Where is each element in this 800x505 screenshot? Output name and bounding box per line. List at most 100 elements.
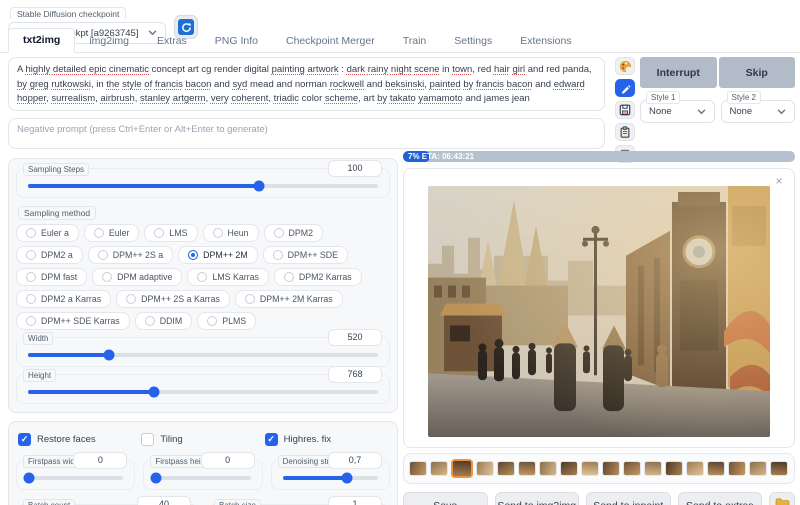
sampler-option-dpm2-a-karras[interactable]: DPM2 a Karras xyxy=(16,290,111,308)
sampler-option-euler[interactable]: Euler xyxy=(84,224,140,242)
tiling-checkbox[interactable]: Tiling xyxy=(141,433,264,446)
save-button[interactable]: Save xyxy=(403,492,488,505)
sampler-option-dpm-adaptive[interactable]: DPM adaptive xyxy=(92,268,182,286)
gallery-thumbnail[interactable] xyxy=(539,461,557,476)
slider-knob[interactable] xyxy=(103,350,114,361)
gallery-thumbnail[interactable] xyxy=(409,461,427,476)
sampler-option-label: Heun xyxy=(228,228,249,238)
gallery-thumbnail[interactable] xyxy=(749,461,767,476)
gallery-thumbnail[interactable] xyxy=(581,461,599,476)
send-to-inpaint-button[interactable]: Send to inpaint xyxy=(586,492,671,505)
gallery-thumbnail[interactable] xyxy=(430,461,448,476)
firstpass-height-value[interactable]: 0 xyxy=(201,452,255,469)
save-style-button[interactable] xyxy=(615,101,635,119)
sampler-option-lms-karras[interactable]: LMS Karras xyxy=(187,268,268,286)
sampler-option-dpm-sde[interactable]: DPM++ SDE xyxy=(263,246,348,264)
height-value[interactable]: 768 xyxy=(328,366,382,383)
sampler-option-euler-a[interactable]: Euler a xyxy=(16,224,79,242)
sampler-option-plms[interactable]: PLMS xyxy=(197,312,256,330)
skip-button[interactable]: Skip xyxy=(719,57,796,88)
batch-count-label: Batch count xyxy=(23,499,75,505)
interrupt-button[interactable]: Interrupt xyxy=(640,57,717,88)
firstpass-width-value[interactable]: 0 xyxy=(73,452,127,469)
slider-track[interactable] xyxy=(28,390,378,394)
sampler-option-dpm2[interactable]: DPM2 xyxy=(264,224,323,242)
slider-knob[interactable] xyxy=(342,473,353,484)
gallery-thumbnail[interactable] xyxy=(707,461,725,476)
sampler-option-label: Euler a xyxy=(41,228,69,238)
sampler-option-label: DDIM xyxy=(160,316,182,326)
sampler-option-dpm-fast[interactable]: DPM fast xyxy=(16,268,87,286)
tab-checkpoint-merger[interactable]: Checkpoint Merger xyxy=(272,30,389,53)
gallery-thumbnail[interactable] xyxy=(476,461,494,476)
gallery-thumbnail[interactable] xyxy=(451,459,473,478)
slider-track[interactable] xyxy=(283,476,378,480)
tab-txt2img[interactable]: txt2img xyxy=(8,28,75,53)
gallery-thumbnail[interactable] xyxy=(665,461,683,476)
slider-track[interactable] xyxy=(28,353,378,357)
gallery-thumbnail[interactable] xyxy=(560,461,578,476)
tab-png-info[interactable]: PNG Info xyxy=(201,30,272,53)
style1-label: Style 1 xyxy=(646,91,680,104)
slider-knob[interactable] xyxy=(151,473,162,484)
gallery-thumbnail[interactable] xyxy=(623,461,641,476)
apply-style-button[interactable] xyxy=(615,123,635,141)
gallery-thumbnail[interactable] xyxy=(497,461,515,476)
gallery-thumbnail[interactable] xyxy=(644,461,662,476)
tab-train[interactable]: Train xyxy=(389,30,441,53)
denoising-strength-slider: Denoising strength 0,7 xyxy=(271,460,390,490)
sampler-option-label: DPM++ 2S a Karras xyxy=(141,294,220,304)
gallery-thumbnail[interactable] xyxy=(518,461,536,476)
denoising-strength-value[interactable]: 0,7 xyxy=(328,452,382,469)
slider-track[interactable] xyxy=(28,476,123,480)
tab-settings[interactable]: Settings xyxy=(440,30,506,53)
radio-icon xyxy=(274,228,284,238)
sampler-option-dpm-sde-karras[interactable]: DPM++ SDE Karras xyxy=(16,312,130,330)
tab-img2img[interactable]: img2img xyxy=(75,30,143,53)
sampler-option-lms[interactable]: LMS xyxy=(144,224,197,242)
sampler-option-dpm-2s-a-karras[interactable]: DPM++ 2S a Karras xyxy=(116,290,230,308)
sampling-steps-value[interactable]: 100 xyxy=(328,160,382,177)
sampler-option-label: DPM2 a xyxy=(41,250,73,260)
radio-icon xyxy=(145,316,155,326)
open-folder-button[interactable] xyxy=(769,492,795,505)
sampler-option-ddim[interactable]: DDIM xyxy=(135,312,192,330)
tab-extras[interactable]: Extras xyxy=(143,30,201,53)
restore-faces-checkbox[interactable]: Restore faces xyxy=(18,433,141,446)
sampler-option-dpm2-karras[interactable]: DPM2 Karras xyxy=(274,268,362,286)
sampler-option-dpm2-a[interactable]: DPM2 a xyxy=(16,246,83,264)
main-tabs: txt2imgimg2imgExtrasPNG InfoCheckpoint M… xyxy=(0,30,800,53)
firstpass-width-slider: Firstpass width 0 xyxy=(16,460,135,490)
sampler-option-dpm-2m[interactable]: DPM++ 2M xyxy=(178,246,258,264)
send-to-extras-button[interactable]: Send to extras xyxy=(678,492,763,505)
batch-count-value[interactable]: 40 xyxy=(137,496,191,505)
gallery-thumbnail[interactable] xyxy=(602,461,620,476)
sampler-option-dpm-2s-a[interactable]: DPM++ 2S a xyxy=(88,246,173,264)
slider-knob[interactable] xyxy=(254,181,265,192)
tab-extensions[interactable]: Extensions xyxy=(506,30,585,53)
gallery-thumbnail[interactable] xyxy=(686,461,704,476)
slider-knob[interactable] xyxy=(149,387,160,398)
negative-prompt-input[interactable] xyxy=(8,118,605,149)
radio-icon xyxy=(197,272,207,282)
radio-icon xyxy=(207,316,217,326)
slider-track[interactable] xyxy=(28,184,378,188)
send-to-img2img-button[interactable]: Send to img2img xyxy=(495,492,580,505)
close-preview-button[interactable]: × xyxy=(771,173,787,189)
sampler-option-label: DPM++ SDE Karras xyxy=(41,316,120,326)
prompt-input[interactable]: A highly detailed epic cinematic concept… xyxy=(8,57,605,111)
sampler-option-heun[interactable]: Heun xyxy=(203,224,259,242)
sampling-steps-label: Sampling Steps xyxy=(23,163,89,176)
slider-knob[interactable] xyxy=(23,473,34,484)
generated-image[interactable] xyxy=(428,186,770,437)
gallery-thumbnail[interactable] xyxy=(770,461,788,476)
gallery-thumbnail[interactable] xyxy=(728,461,746,476)
batch-size-value[interactable]: 1 xyxy=(328,496,382,505)
width-slider: Width 520 xyxy=(16,337,390,367)
random-artist-button[interactable] xyxy=(615,57,635,75)
width-value[interactable]: 520 xyxy=(328,329,382,346)
sampler-option-dpm-2m-karras[interactable]: DPM++ 2M Karras xyxy=(235,290,343,308)
slider-track[interactable] xyxy=(155,476,250,480)
highres-fix-checkbox[interactable]: Highres. fix xyxy=(265,433,388,446)
prompt-from-image-button[interactable] xyxy=(615,79,635,97)
